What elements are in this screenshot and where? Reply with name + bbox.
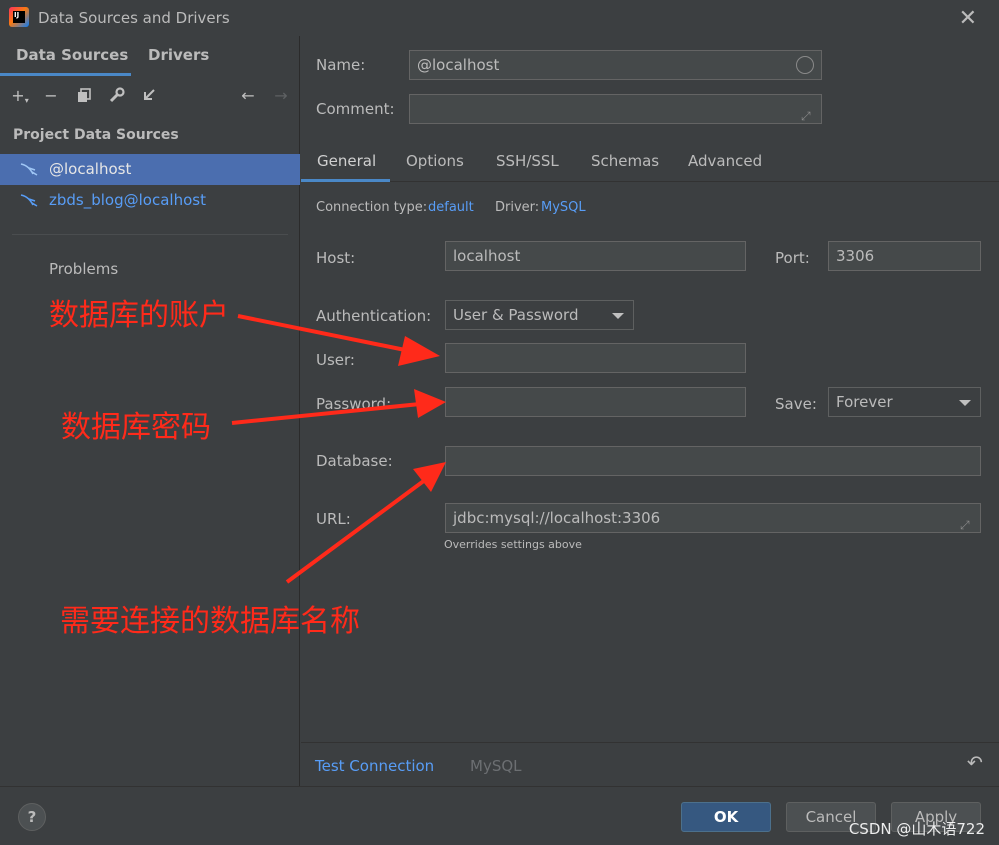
- sidebar-divider: [12, 234, 288, 235]
- host-input[interactable]: localhost: [445, 241, 746, 271]
- data-source-label: @localhost: [49, 160, 132, 178]
- bottom-bar: Test Connection MySQL ↶: [301, 742, 999, 786]
- annotation-account: 数据库的账户: [49, 298, 229, 333]
- save-label: Save:: [775, 395, 817, 413]
- tab-advanced[interactable]: Advanced: [688, 152, 762, 170]
- url-input[interactable]: jdbc:mysql://localhost:3306 ⤢: [445, 503, 981, 533]
- window-title: Data Sources and Drivers: [38, 9, 230, 27]
- name-value: @localhost: [417, 56, 500, 74]
- tab-drivers[interactable]: Drivers: [148, 46, 209, 64]
- make-global-icon[interactable]: [138, 84, 160, 106]
- annotation-password: 数据库密码: [61, 410, 211, 445]
- data-source-label: zbds_blog@localhost: [49, 191, 206, 209]
- tab-schemas[interactable]: Schemas: [591, 152, 659, 170]
- close-icon[interactable]: ✕: [959, 6, 977, 31]
- tab-options[interactable]: Options: [406, 152, 464, 170]
- tab-ssh-ssl[interactable]: SSH/SSL: [496, 152, 559, 170]
- comment-label: Comment:: [316, 100, 395, 118]
- port-label: Port:: [775, 249, 810, 267]
- connection-type-link[interactable]: default: [428, 200, 474, 215]
- watermark: CSDN @山木语722: [848, 820, 985, 838]
- driver-name: MySQL: [470, 757, 522, 775]
- sidebar-tabs: Data Sources Drivers: [0, 36, 300, 76]
- authentication-label: Authentication:: [316, 307, 432, 325]
- url-label: URL:: [316, 510, 351, 528]
- settings-tabs: General Options SSH/SSL Schemas Advanced: [301, 146, 999, 182]
- ok-button[interactable]: OK: [681, 802, 771, 832]
- connection-type-label: Connection type:: [316, 200, 428, 215]
- user-input[interactable]: [445, 343, 746, 373]
- dialog-footer: ? OK Cancel Apply CSDN @山木语722: [0, 786, 999, 845]
- test-connection-link[interactable]: Test Connection: [315, 757, 434, 775]
- sidebar-toolbar: + ▾ − ← →: [0, 84, 300, 110]
- section-header: Project Data Sources: [13, 127, 179, 143]
- port-input[interactable]: 3306: [828, 241, 981, 271]
- tab-data-sources[interactable]: Data Sources: [16, 46, 128, 64]
- database-label: Database:: [316, 452, 393, 470]
- title-bar: IJ Data Sources and Drivers ✕: [0, 0, 999, 36]
- url-hint: Overrides settings above: [444, 538, 582, 551]
- back-arrow-icon[interactable]: ←: [237, 84, 259, 106]
- remove-icon[interactable]: −: [40, 84, 62, 106]
- tab-general[interactable]: General: [317, 152, 376, 170]
- password-label: Password:: [316, 395, 392, 413]
- expand-icon[interactable]: ⤢: [960, 511, 974, 532]
- user-label: User:: [316, 351, 355, 369]
- problems-item[interactable]: Problems: [49, 260, 118, 278]
- chevron-down-icon: [612, 313, 624, 319]
- duplicate-icon[interactable]: [73, 84, 95, 106]
- main-panel: Name: @localhost Comment: ⤢ General Opti…: [301, 36, 999, 786]
- password-input[interactable]: [445, 387, 746, 417]
- host-label: Host:: [316, 249, 356, 267]
- authentication-dropdown[interactable]: User & Password: [445, 300, 634, 330]
- mysql-dolphin-icon: [20, 163, 38, 176]
- active-tab-indicator: [301, 179, 390, 182]
- data-source-item[interactable]: zbds_blog@localhost: [0, 185, 300, 216]
- driver-label: Driver:: [495, 200, 540, 215]
- database-input[interactable]: [445, 446, 981, 476]
- revert-icon[interactable]: ↶: [967, 752, 983, 774]
- name-label: Name:: [316, 56, 366, 74]
- forward-arrow-icon: →: [274, 85, 288, 105]
- expand-icon[interactable]: ⤢: [801, 102, 815, 123]
- mysql-dolphin-icon: [20, 194, 38, 207]
- save-dropdown[interactable]: Forever: [828, 387, 981, 417]
- authentication-value: User & Password: [453, 306, 579, 324]
- save-value: Forever: [836, 393, 893, 411]
- add-icon[interactable]: + ▾: [9, 84, 31, 106]
- chevron-down-icon: [959, 400, 971, 406]
- wrench-icon[interactable]: [106, 84, 128, 106]
- help-button[interactable]: ?: [18, 803, 46, 831]
- comment-input[interactable]: ⤢: [409, 94, 822, 124]
- driver-link[interactable]: MySQL: [541, 200, 586, 215]
- active-tab-indicator: [0, 73, 131, 76]
- url-value: jdbc:mysql://localhost:3306: [453, 509, 661, 527]
- intellij-app-icon: IJ: [9, 7, 29, 27]
- data-source-item[interactable]: @localhost: [0, 154, 300, 185]
- color-circle-icon[interactable]: [796, 56, 814, 74]
- annotation-database: 需要连接的数据库名称: [60, 604, 360, 639]
- name-input[interactable]: @localhost: [409, 50, 822, 80]
